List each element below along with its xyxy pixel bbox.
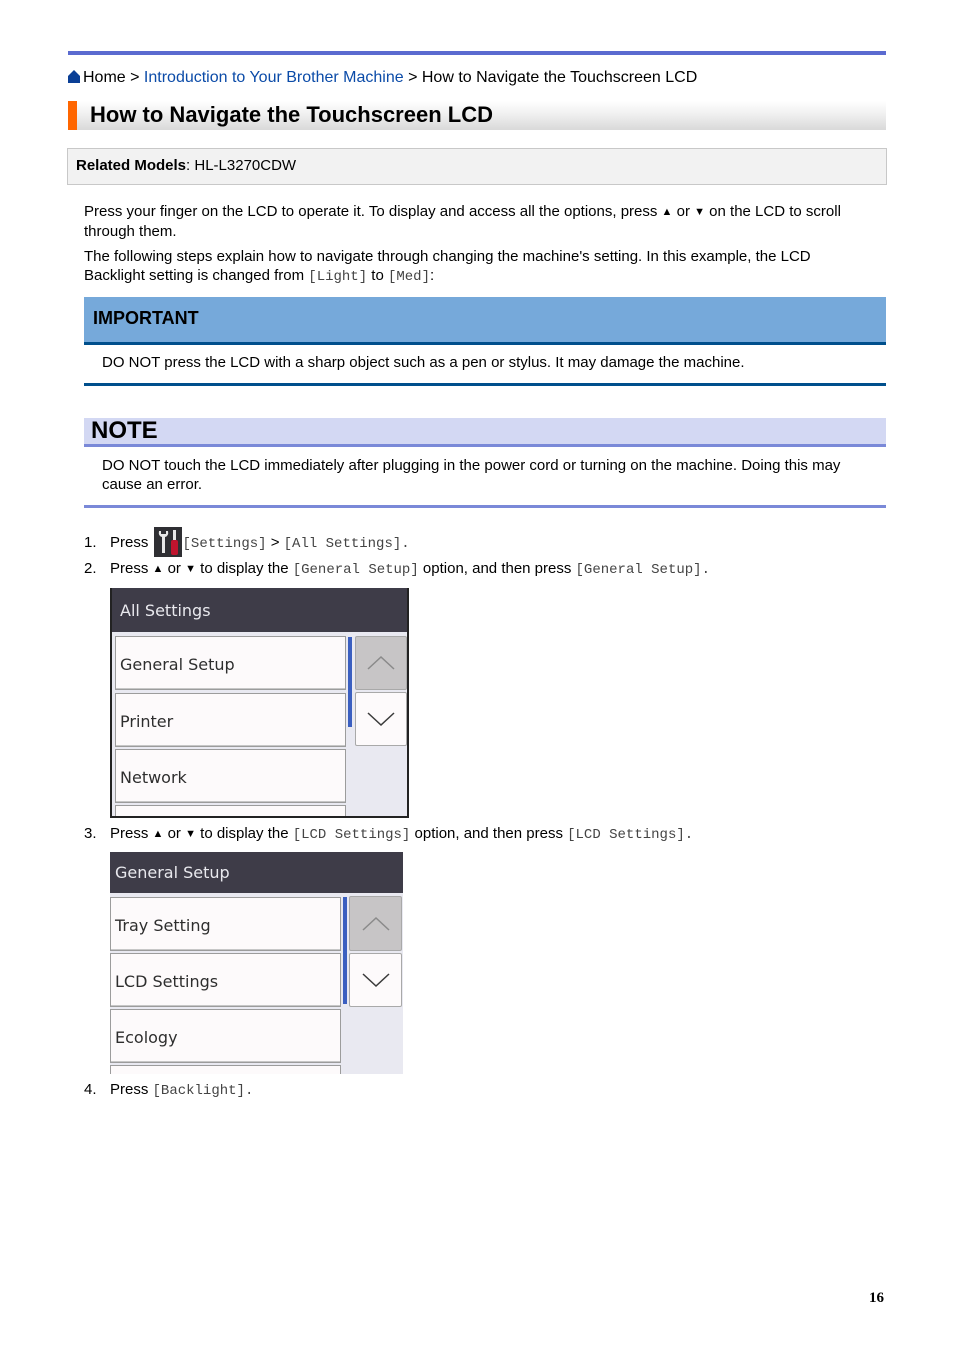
up-arrow-icon: ▲: [152, 828, 164, 840]
lcd-settings-value: [LCD Settings]: [292, 827, 411, 843]
down-arrow-icon: ▼: [185, 563, 196, 575]
step-text: .: [244, 1083, 254, 1099]
value-med: [Med]: [387, 269, 430, 285]
step-4: 4. Press [Backlight].: [84, 1080, 253, 1101]
lcd-header-title: General Setup: [115, 863, 230, 882]
important-heading-bar: IMPORTANT: [84, 297, 886, 345]
lcd-item-label: General Setup: [120, 655, 235, 674]
top-rule: [68, 51, 886, 55]
step-text: Press: [110, 825, 153, 842]
title-bar: How to Navigate the Touchscreen LCD: [68, 101, 886, 130]
note-body: DO NOT touch the LCD immediately after p…: [84, 447, 886, 508]
intro-paragraph-2: The following steps explain how to navig…: [84, 247, 874, 287]
settings-icon: [153, 527, 182, 557]
value-light: [Light]: [308, 269, 368, 285]
important-body: DO NOT press the LCD with a sharp object…: [84, 345, 886, 386]
chevron-down-icon: [367, 712, 395, 727]
related-models-value: HL-L3270CDW: [194, 157, 297, 174]
chevron-up-icon: [361, 916, 390, 931]
settings-value: [Settings]: [182, 536, 267, 552]
step-text: or: [163, 825, 186, 842]
step-text: Press: [110, 560, 153, 577]
lcd-item-lcd-settings[interactable]: LCD Settings: [110, 953, 341, 1007]
step-text: to display the: [195, 825, 293, 842]
up-arrow-icon: ▲: [661, 206, 673, 218]
step-number: 3.: [84, 825, 97, 842]
lcd-scroll-down-button[interactable]: [355, 692, 407, 746]
lcd-item-label: LCD Settings: [115, 972, 219, 991]
lcd-item-label: Network: [120, 768, 187, 787]
breadcrumb-link-introduction[interactable]: Introduction to Your Brother Machine: [144, 69, 404, 86]
lcd-item-label: Ecology: [115, 1028, 178, 1047]
lcd-item-ecology[interactable]: Ecology: [110, 1009, 341, 1063]
lcd-header-title: All Settings: [120, 601, 211, 620]
lcd-scrollbar[interactable]: [343, 897, 347, 1004]
step-text: option, and then press: [418, 560, 576, 577]
lcd-scroll-down-button[interactable]: [349, 953, 402, 1007]
step-text: >: [266, 534, 284, 551]
lcd-header: General Setup: [110, 852, 403, 893]
page-title: How to Navigate the Touchscreen LCD: [90, 102, 493, 127]
lcd-item-general-setup[interactable]: General Setup: [115, 636, 346, 690]
intro-paragraph-1: Press your finger on the LCD to operate …: [84, 202, 874, 241]
breadcrumb-separator: >: [403, 69, 422, 86]
step-text: .: [401, 536, 410, 552]
intro-text: The following steps explain how to navig…: [84, 248, 811, 284]
lcd-item-tray-setting[interactable]: Tray Setting: [110, 897, 341, 951]
step-number: 4.: [84, 1081, 97, 1098]
lcd-item-label: Tray Setting: [115, 916, 211, 935]
step-number: 2.: [84, 560, 97, 577]
lcd-item-partial[interactable]: [110, 1065, 341, 1074]
related-models-box: Related Models: HL-L3270CDW: [67, 148, 887, 185]
home-icon[interactable]: [68, 70, 80, 83]
breadcrumb: Home > Introduction to Your Brother Mach…: [68, 68, 697, 88]
breadcrumb-separator: >: [125, 69, 144, 86]
lcd-item-network[interactable]: Network: [115, 749, 346, 803]
important-text: DO NOT press the LCD with a sharp object…: [102, 354, 745, 371]
lcd-item-partial[interactable]: [115, 805, 346, 816]
step-number: 1.: [84, 534, 97, 551]
general-setup-value: [General Setup]: [575, 562, 702, 578]
related-models-label: Related Models: [76, 157, 187, 174]
step-2: 2. Press ▲ or ▼ to display the [General S…: [84, 559, 710, 580]
lcd-scroll-up-button[interactable]: [355, 636, 407, 690]
step-text: .: [684, 827, 694, 843]
step-text: Press: [110, 1081, 153, 1098]
note-heading: NOTE: [91, 417, 158, 444]
lcd-settings-value: [LCD Settings]: [567, 827, 685, 843]
up-arrow-icon: ▲: [152, 563, 164, 575]
lcd-item-label: Printer: [120, 712, 174, 731]
lcd-scroll-up-button[interactable]: [349, 896, 402, 951]
down-arrow-icon: ▼: [694, 206, 706, 218]
intro-text: Press your finger on the LCD to operate …: [84, 203, 662, 220]
general-setup-value: [General Setup]: [292, 562, 419, 578]
chevron-up-icon: [367, 655, 395, 670]
important-heading: IMPORTANT: [93, 308, 199, 328]
title-accent: [68, 101, 77, 130]
intro-text: :: [429, 267, 435, 284]
note-text: DO NOT touch the LCD immediately after p…: [102, 457, 841, 493]
step-text: or: [163, 560, 186, 577]
note-heading-bar: NOTE: [84, 418, 886, 447]
lcd-header: All Settings: [112, 588, 407, 632]
intro-text: to: [367, 267, 388, 284]
breadcrumb-home[interactable]: Home: [83, 69, 126, 86]
lcd-item-printer[interactable]: Printer: [115, 693, 346, 747]
intro-text: or: [672, 203, 695, 220]
step-text: to display the: [195, 560, 293, 577]
lcd-screenshot-all-settings: All Settings General Setup Printer Netwo…: [110, 588, 409, 818]
step-text: Press: [110, 534, 153, 551]
breadcrumb-current: How to Navigate the Touchscreen LCD: [421, 69, 698, 86]
down-arrow-icon: ▼: [185, 828, 196, 840]
step-1: 1. Press [Settings] > [All Settings].: [84, 527, 410, 557]
all-settings-value: [All Settings]: [283, 536, 402, 552]
chevron-down-icon: [361, 973, 390, 988]
step-text: .: [701, 562, 710, 578]
page-number: 16: [869, 1290, 884, 1306]
lcd-screenshot-general-setup: General Setup Tray Setting LCD Settings …: [110, 852, 403, 1074]
backlight-value: [Backlight]: [152, 1083, 245, 1099]
lcd-scrollbar[interactable]: [348, 637, 352, 727]
step-3: 3. Press ▲ or ▼ to display the [LCD Setti…: [84, 824, 693, 845]
step-text: option, and then press: [410, 825, 568, 842]
